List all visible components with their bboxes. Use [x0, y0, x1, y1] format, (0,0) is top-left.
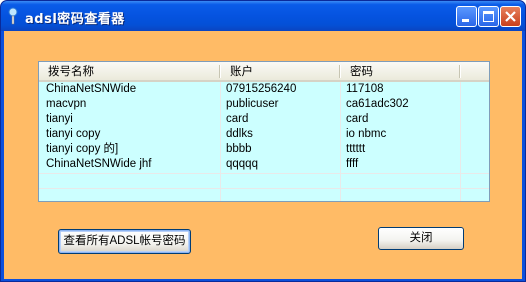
cell-name: macvpn: [46, 98, 87, 110]
row-gridline: [39, 188, 489, 189]
table-row[interactable]: macvpn publicuser ca61adc302: [39, 97, 489, 112]
maximize-icon: [483, 11, 494, 22]
list-header: 拨号名称 账户 密码: [39, 62, 489, 82]
cell-name: tianyi copy 的]: [46, 143, 119, 155]
cell-password: card: [346, 113, 369, 125]
title-bar[interactable]: adsl密码查看器: [1, 1, 525, 31]
maximize-button[interactable]: [478, 6, 499, 27]
cell-account: publicuser: [226, 98, 279, 110]
cell-password: ca61adc302: [346, 98, 409, 110]
client-area: 拨号名称 账户 密码 ChinaNetSNWide 07915256240 11…: [4, 31, 522, 279]
table-row[interactable]: tianyi copy 的] bbbb tttttt: [39, 142, 489, 157]
main-window: adsl密码查看器 拨号名称 账户 密码 ChinaNetSNWide 0791…: [0, 0, 526, 282]
minimize-button[interactable]: [456, 6, 477, 27]
column-header-password[interactable]: 密码: [341, 62, 459, 80]
cell-name: tianyi: [46, 113, 73, 125]
table-row[interactable]: tianyi copy ddlks io nbmc: [39, 127, 489, 142]
cell-password: tttttt: [346, 143, 366, 155]
close-icon: [505, 11, 516, 22]
table-row[interactable]: tianyi card card: [39, 112, 489, 127]
cell-password: io nbmc: [346, 128, 387, 140]
cell-password: 117108: [346, 83, 384, 95]
cell-name: tianyi copy: [46, 128, 101, 140]
cell-account: qqqqq: [226, 158, 258, 170]
cell-password: ffff: [346, 158, 359, 170]
column-header-name[interactable]: 拨号名称: [39, 62, 219, 80]
close-window-button[interactable]: [500, 6, 521, 27]
cell-account: 07915256240: [226, 83, 297, 95]
close-button[interactable]: 关闭: [378, 227, 464, 250]
row-gridline: [39, 173, 489, 174]
window-title: adsl密码查看器: [25, 12, 125, 27]
show-all-passwords-button[interactable]: 查看所有ADSL帐号密码: [58, 229, 191, 254]
account-list[interactable]: 拨号名称 账户 密码 ChinaNetSNWide 07915256240 11…: [38, 61, 490, 202]
cell-account: card: [226, 113, 249, 125]
cell-name: ChinaNetSNWide jhf: [46, 158, 152, 170]
table-row[interactable]: ChinaNetSNWide 07915256240 117108: [39, 82, 489, 97]
minimize-icon: [462, 19, 469, 22]
table-row[interactable]: ChinaNetSNWide jhf qqqqq ffff: [39, 157, 489, 172]
app-pin-icon: [8, 7, 18, 25]
cell-name: ChinaNetSNWide: [46, 83, 137, 95]
cell-account: ddlks: [226, 128, 253, 140]
header-divider[interactable]: [459, 65, 461, 78]
column-header-account[interactable]: 账户: [221, 62, 339, 80]
cell-account: bbbb: [226, 143, 252, 155]
